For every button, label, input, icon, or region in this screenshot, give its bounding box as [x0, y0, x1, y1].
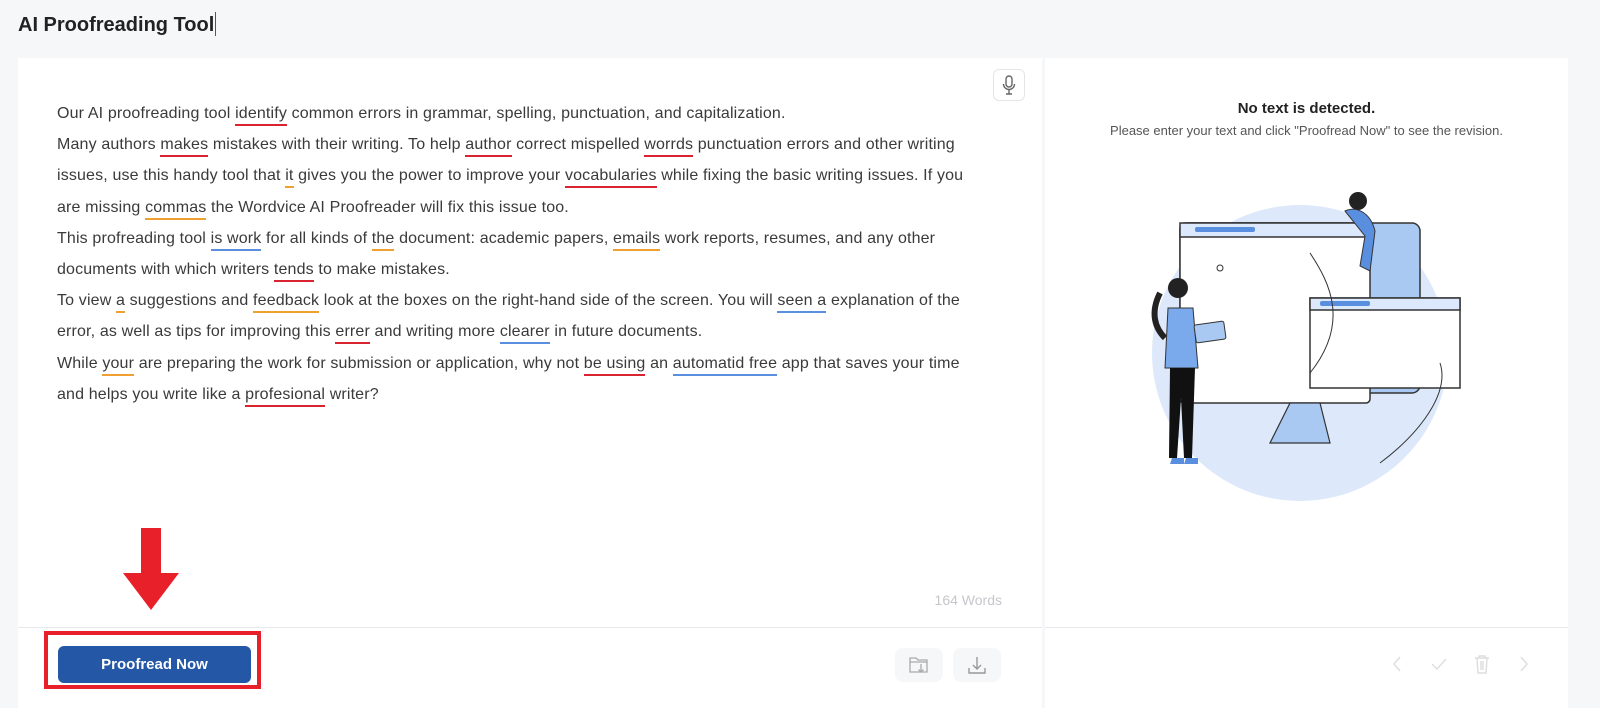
text-segment: correct mispelled	[511, 136, 645, 154]
flagged-word-orange[interactable]: your	[102, 354, 135, 376]
download-button[interactable]	[953, 648, 1001, 682]
flagged-word-blue[interactable]: is work	[210, 229, 262, 251]
page-title: AI Proofreading Tool	[18, 12, 217, 37]
editor-panel: Our AI proofreading tool identify common…	[18, 58, 1042, 708]
text-segment: To view	[57, 292, 116, 310]
page-title-text: AI Proofreading Tool	[18, 14, 215, 36]
text-segment: writer?	[325, 385, 379, 403]
text-segment: to make mistakes.	[313, 261, 450, 279]
text-segment: are preparing the work for submission or…	[134, 354, 584, 372]
text-segment: suggestions and	[125, 292, 254, 310]
flagged-word-red[interactable]: author	[465, 136, 512, 158]
flagged-word-red[interactable]: profesional	[245, 385, 326, 407]
flagged-word-blue[interactable]: automatid free	[672, 354, 778, 376]
text-segment: document: academic papers,	[394, 229, 614, 247]
flagged-word-red[interactable]: identify	[235, 105, 287, 126]
flagged-word-orange[interactable]: feedback	[253, 292, 320, 314]
accept-button[interactable]	[1427, 652, 1451, 676]
paragraph: To view a suggestions and feedback look …	[57, 285, 987, 347]
flagged-word-orange[interactable]: a	[116, 292, 126, 314]
text-segment: Many authors	[57, 136, 161, 154]
text-segment: the Wordvice AI Proofreader will fix thi…	[206, 198, 569, 216]
red-arrow-annotation	[123, 528, 179, 610]
paragraph: This profreading tool is work for all ki…	[57, 223, 987, 285]
text-segment: While	[57, 354, 103, 372]
flagged-word-red[interactable]: be using	[583, 354, 646, 376]
flagged-word-orange[interactable]: it	[285, 167, 294, 189]
paragraph: While your are preparing the work for su…	[57, 348, 987, 410]
text-segment: and writing more	[369, 323, 500, 341]
flagged-word-red[interactable]: worrds	[644, 136, 694, 158]
word-count: 164 Words	[934, 592, 1002, 608]
save-to-folder-button[interactable]	[895, 648, 943, 682]
text-caret	[215, 12, 217, 36]
text-segment: for all kinds of	[261, 229, 372, 247]
proofread-now-button[interactable]: Proofread Now	[58, 646, 251, 683]
download-icon	[968, 657, 986, 674]
text-segment: gives you the power to improve your	[293, 167, 565, 185]
next-button[interactable]	[1512, 652, 1536, 676]
text-editor[interactable]: Our AI proofreading tool identify common…	[57, 98, 987, 410]
flagged-word-red[interactable]: tends	[273, 261, 314, 283]
text-segment: look at the boxes on the right-hand side…	[319, 292, 778, 310]
previous-button[interactable]	[1385, 652, 1409, 676]
empty-state-message: Please enter your text and click "Proofr…	[1110, 123, 1503, 138]
chevron-right-icon	[1520, 656, 1528, 672]
paragraph: Our AI proofreading tool identify common…	[57, 98, 987, 129]
flagged-word-red[interactable]: makes	[160, 136, 209, 158]
flagged-word-orange[interactable]: commas	[145, 198, 207, 220]
text-segment: Our AI proofreading tool	[57, 105, 236, 122]
microphone-button[interactable]	[993, 69, 1025, 101]
folder-download-icon	[909, 657, 928, 673]
divider	[18, 627, 1042, 628]
trash-icon	[1475, 655, 1489, 674]
flagged-word-blue[interactable]: clearer	[499, 323, 550, 345]
text-segment: an	[645, 354, 673, 372]
empty-state-illustration	[1151, 192, 1461, 501]
flagged-word-orange[interactable]: the	[371, 229, 395, 251]
results-panel: No text is detected. Please enter your t…	[1045, 58, 1568, 708]
paragraph: Many authors makes mistakes with their w…	[57, 129, 987, 223]
divider	[1045, 627, 1568, 628]
chevron-left-icon	[1393, 656, 1401, 672]
delete-button[interactable]	[1470, 652, 1494, 676]
empty-state-title: No text is detected.	[1237, 100, 1376, 117]
text-segment: in future documents.	[549, 323, 703, 341]
check-icon	[1431, 658, 1447, 671]
flagged-word-blue[interactable]: seen a	[777, 292, 827, 314]
text-segment: common errors in grammar, spelling, punc…	[286, 105, 786, 122]
flagged-word-red[interactable]: errer	[335, 323, 370, 345]
flagged-word-red[interactable]: vocabularies	[564, 167, 657, 189]
flagged-word-orange[interactable]: emails	[613, 229, 661, 251]
text-segment: This profreading tool	[57, 229, 211, 247]
text-segment: mistakes with their writing. To help	[208, 136, 466, 154]
microphone-icon	[1002, 75, 1016, 95]
